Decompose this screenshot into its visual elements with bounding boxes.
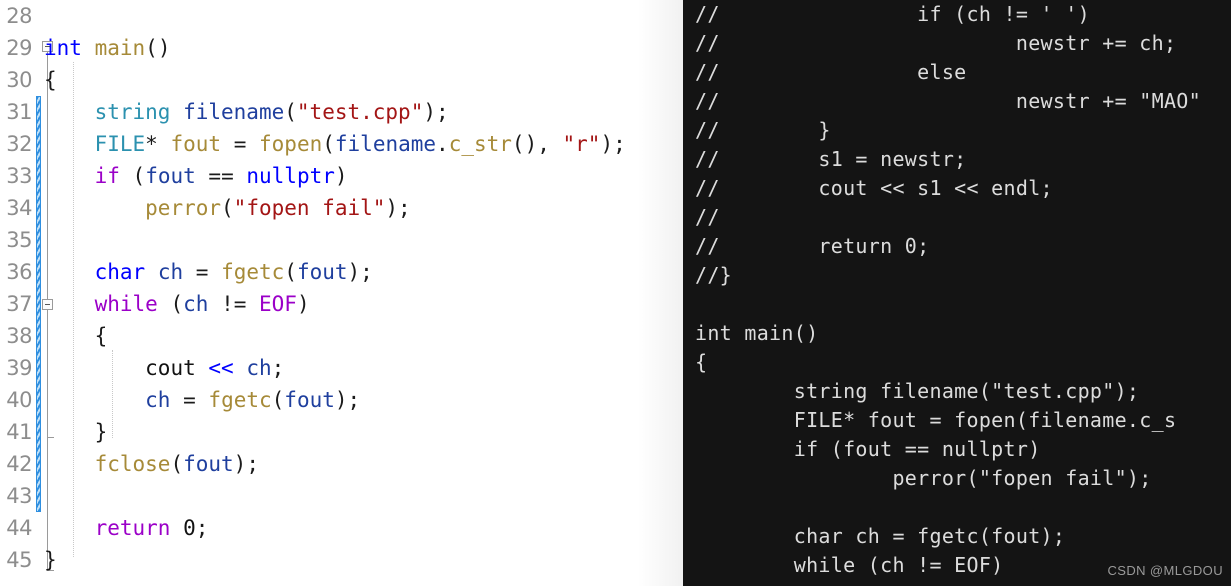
line-number: 43 bbox=[6, 484, 32, 508]
console-line: // } bbox=[695, 118, 831, 142]
line-number: 29 bbox=[6, 36, 32, 60]
console-line: char ch = fgetc(fout); bbox=[695, 524, 1066, 548]
line-content: return 0; bbox=[94, 516, 209, 540]
editor-line[interactable]: 40 ch = fgetc(fout); bbox=[0, 384, 683, 416]
console-line: // return 0; bbox=[695, 234, 930, 258]
console-line: //} bbox=[695, 263, 733, 287]
console-line: int main() bbox=[695, 321, 819, 345]
csdn-watermark: CSDN @MLGDOU bbox=[1107, 563, 1223, 578]
line-content: string filename("test.cpp"); bbox=[94, 100, 449, 124]
editor-line[interactable]: 43 bbox=[0, 480, 683, 512]
console-line: // s1 = newstr; bbox=[695, 147, 967, 171]
line-number: 32 bbox=[6, 132, 32, 156]
line-content: ch = fgetc(fout); bbox=[145, 388, 361, 412]
console-line: // newstr += ch; bbox=[695, 31, 1177, 55]
line-content: } bbox=[94, 420, 108, 444]
console-line: string filename("test.cpp"); bbox=[695, 379, 1140, 403]
line-number: 34 bbox=[6, 196, 32, 220]
line-number: 31 bbox=[6, 100, 32, 124]
line-number: 42 bbox=[6, 452, 32, 476]
line-content: while (ch != EOF) bbox=[94, 292, 310, 316]
editor-line[interactable]: 39 cout << ch; bbox=[0, 352, 683, 384]
editor-line[interactable]: 28 bbox=[0, 0, 683, 32]
line-number: 39 bbox=[6, 356, 32, 380]
line-content: int main() bbox=[44, 36, 171, 60]
editor-line[interactable]: 37 while (ch != EOF) bbox=[0, 288, 683, 320]
line-number: 35 bbox=[6, 228, 32, 252]
console-line: // else bbox=[695, 60, 967, 84]
editor-line[interactable]: 30 { bbox=[0, 64, 683, 96]
console-line: // newstr += "MAO" bbox=[695, 89, 1201, 113]
console-line: perror("fopen fail"); bbox=[695, 466, 1152, 490]
console-line: // if (ch != ' ') bbox=[695, 2, 1090, 26]
line-number: 41 bbox=[6, 420, 32, 444]
line-content: FILE* fout = fopen(filename.c_str(), "r"… bbox=[94, 132, 626, 156]
code-editor-pane[interactable]: 28 29 int main() 30 { 31 string filename… bbox=[0, 0, 683, 586]
line-content: cout << ch; bbox=[145, 356, 285, 380]
editor-line[interactable]: 45 } bbox=[0, 544, 683, 576]
line-content: { bbox=[94, 324, 108, 348]
line-number: 38 bbox=[6, 324, 32, 348]
editor-line[interactable]: 38 { bbox=[0, 320, 683, 352]
editor-line[interactable]: 33 if (fout == nullptr) bbox=[0, 160, 683, 192]
console-line: // cout << s1 << endl; bbox=[695, 176, 1053, 200]
line-number: 30 bbox=[6, 68, 32, 92]
console-pane[interactable]: // if (ch != ' ') // newstr += ch; // el… bbox=[683, 0, 1231, 586]
console-line: // bbox=[695, 205, 720, 229]
line-number: 45 bbox=[6, 548, 32, 572]
line-content: perror("fopen fail"); bbox=[145, 196, 411, 220]
editor-line[interactable]: 41 } bbox=[0, 416, 683, 448]
line-number: 44 bbox=[6, 516, 32, 540]
line-number: 33 bbox=[6, 164, 32, 188]
editor-line[interactable]: 35 bbox=[0, 224, 683, 256]
editor-line[interactable]: 42 fclose(fout); bbox=[0, 448, 683, 480]
line-content: } bbox=[44, 548, 57, 572]
line-number: 40 bbox=[6, 388, 32, 412]
line-content: fclose(fout); bbox=[94, 452, 259, 476]
screenshot-root: 28 29 int main() 30 { 31 string filename… bbox=[0, 0, 1231, 586]
editor-line[interactable]: 32 FILE* fout = fopen(filename.c_str(), … bbox=[0, 128, 683, 160]
editor-line[interactable]: 34 perror("fopen fail"); bbox=[0, 192, 683, 224]
editor-line[interactable]: 36 char ch = fgetc(fout); bbox=[0, 256, 683, 288]
line-content: { bbox=[44, 68, 57, 92]
console-line: FILE* fout = fopen(filename.c_s bbox=[695, 408, 1177, 432]
line-number: 28 bbox=[6, 4, 32, 28]
line-content: char ch = fgetc(fout); bbox=[94, 260, 373, 284]
line-content: if (fout == nullptr) bbox=[94, 164, 348, 188]
editor-line[interactable]: 31 string filename("test.cpp"); bbox=[0, 96, 683, 128]
console-line: if (fout == nullptr) bbox=[695, 437, 1041, 461]
console-line: { bbox=[695, 350, 708, 374]
line-number: 36 bbox=[6, 260, 32, 284]
line-number: 37 bbox=[6, 292, 32, 316]
editor-line[interactable]: 44 return 0; bbox=[0, 512, 683, 544]
editor-line[interactable]: 29 int main() bbox=[0, 32, 683, 64]
